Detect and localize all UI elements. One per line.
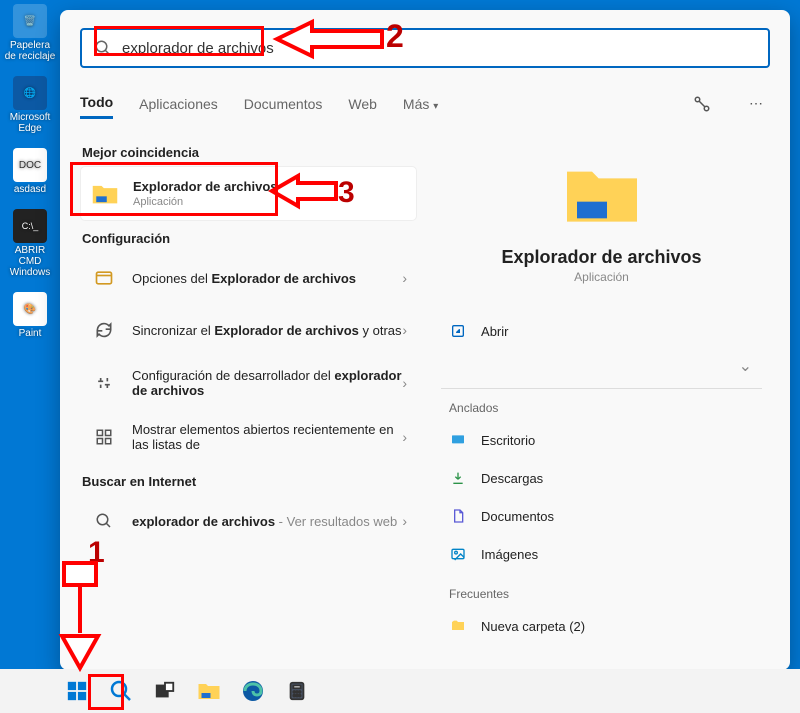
- grid-icon: [90, 423, 118, 451]
- desktop-icons-column: 🗑️ Papelera de reciclaje 🌐 Microsoft Edg…: [0, 0, 60, 357]
- paint-icon: 🎨: [13, 292, 47, 326]
- pinned-label: Escritorio: [481, 433, 535, 448]
- desktop-folder-icon: [449, 431, 467, 449]
- more-options-button[interactable]: ⋯: [742, 90, 770, 118]
- chevron-right-icon: ›: [402, 375, 407, 391]
- pinned-label: Documentos: [481, 509, 554, 524]
- options-icon: [90, 264, 118, 292]
- start-search-panel: Todo Aplicaciones Documentos Web Más ▾ ⋯…: [60, 10, 790, 670]
- expand-toggle[interactable]: ⌄: [441, 350, 762, 382]
- web-search-item[interactable]: explorador de archivos - Ver resultados …: [80, 495, 417, 547]
- chevron-right-icon: ›: [402, 513, 407, 529]
- search-icon: [94, 39, 112, 57]
- pinned-item-documents[interactable]: Documentos: [441, 497, 762, 535]
- sync-icon: [90, 316, 118, 344]
- folder-icon: [449, 617, 467, 635]
- search-bar[interactable]: [80, 28, 770, 68]
- config-item-dev[interactable]: Configuración de desarrollador del explo…: [80, 356, 417, 410]
- web-search-text: explorador de archivos - Ver resultados …: [132, 514, 402, 529]
- results-column: Mejor coincidencia Explorador de archivo…: [80, 135, 417, 652]
- pinned-label: Descargas: [481, 471, 543, 486]
- config-item-text: Sincronizar el Explorador de archivos y …: [132, 323, 402, 338]
- pinned-label: Imágenes: [481, 547, 538, 562]
- pinned-item-desktop[interactable]: Escritorio: [441, 421, 762, 459]
- calculator-icon: [286, 680, 308, 702]
- config-item-sync[interactable]: Sincronizar el Explorador de archivos y …: [80, 304, 417, 356]
- downloads-icon: [449, 469, 467, 487]
- ellipsis-icon: ⋯: [749, 95, 763, 112]
- chevron-down-icon: ▾: [433, 101, 438, 112]
- task-view-icon: [154, 680, 176, 702]
- document-icon: DOC: [13, 148, 47, 182]
- search-taskbar-button[interactable]: [104, 674, 138, 708]
- chevron-right-icon: ›: [402, 270, 407, 286]
- open-action[interactable]: Abrir: [441, 312, 762, 350]
- open-icon: [449, 322, 467, 340]
- edge-icon: 🌐: [13, 76, 47, 110]
- chevron-down-icon: ⌄: [739, 356, 752, 376]
- tab-documents[interactable]: Documentos: [244, 90, 323, 118]
- search-input[interactable]: [122, 40, 756, 57]
- edge-icon: [241, 679, 265, 703]
- desktop-label: Microsoft Edge: [4, 112, 56, 134]
- file-explorer-icon-large: [562, 155, 642, 235]
- best-match-title: Explorador de archivos: [133, 179, 406, 194]
- pinned-heading: Anclados: [449, 401, 762, 415]
- web-search-heading: Buscar en Internet: [82, 474, 417, 489]
- best-match-item[interactable]: Explorador de archivos Aplicación: [80, 166, 417, 221]
- detail-subtitle: Aplicación: [441, 270, 762, 284]
- file-explorer-taskbar-button[interactable]: [192, 674, 226, 708]
- chevron-right-icon: ›: [402, 322, 407, 338]
- taskbar: [0, 669, 800, 713]
- desktop-label: Paint: [19, 328, 42, 339]
- best-match-heading: Mejor coincidencia: [82, 145, 417, 160]
- detail-pane: Explorador de archivos Aplicación Abrir …: [429, 135, 770, 652]
- frequent-item[interactable]: Nueva carpeta (2): [441, 607, 762, 645]
- documents-icon: [449, 507, 467, 525]
- search-icon: [109, 679, 133, 703]
- open-label: Abrir: [481, 324, 508, 339]
- desktop-icon-paint[interactable]: 🎨 Paint: [4, 292, 56, 339]
- connector-icon: [693, 95, 711, 113]
- config-item-text: Mostrar elementos abiertos recientemente…: [132, 422, 402, 452]
- developer-icon: [90, 369, 118, 397]
- tab-web[interactable]: Web: [348, 90, 377, 118]
- pictures-icon: [449, 545, 467, 563]
- file-explorer-icon: [197, 679, 221, 703]
- desktop-label: asdasd: [14, 184, 46, 195]
- tab-apps[interactable]: Aplicaciones: [139, 90, 218, 118]
- chevron-right-icon: ›: [402, 429, 407, 445]
- desktop-label: ABRIR CMD Windows: [4, 245, 56, 278]
- config-item-text: Opciones del Explorador de archivos: [132, 271, 402, 286]
- config-item-options[interactable]: Opciones del Explorador de archivos ›: [80, 252, 417, 304]
- cmd-icon: C:\_: [13, 209, 47, 243]
- task-view-button[interactable]: [148, 674, 182, 708]
- config-item-recent[interactable]: Mostrar elementos abiertos recientemente…: [80, 410, 417, 464]
- desktop-label: Papelera de reciclaje: [4, 40, 56, 62]
- tab-more[interactable]: Más ▾: [403, 90, 438, 118]
- pinned-item-pictures[interactable]: Imágenes: [441, 535, 762, 573]
- detail-title: Explorador de archivos: [441, 247, 762, 268]
- calculator-taskbar-button[interactable]: [280, 674, 314, 708]
- start-button[interactable]: [60, 674, 94, 708]
- desktop-icon-edge[interactable]: 🌐 Microsoft Edge: [4, 76, 56, 134]
- configuration-heading: Configuración: [82, 231, 417, 246]
- windows-icon: [66, 680, 88, 702]
- tab-all[interactable]: Todo: [80, 88, 113, 119]
- config-item-text: Configuración de desarrollador del explo…: [132, 368, 402, 398]
- search-icon: [90, 507, 118, 535]
- best-match-subtitle: Aplicación: [133, 196, 406, 208]
- desktop-icon-recycle-bin[interactable]: 🗑️ Papelera de reciclaje: [4, 4, 56, 62]
- filter-tabs: Todo Aplicaciones Documentos Web Más ▾ ⋯: [80, 88, 770, 119]
- edge-taskbar-button[interactable]: [236, 674, 270, 708]
- connectors-button[interactable]: [688, 90, 716, 118]
- frequent-heading: Frecuentes: [449, 587, 762, 601]
- file-explorer-icon: [91, 180, 119, 208]
- frequent-label: Nueva carpeta (2): [481, 619, 585, 634]
- pinned-item-downloads[interactable]: Descargas: [441, 459, 762, 497]
- desktop-icon-cmd[interactable]: C:\_ ABRIR CMD Windows: [4, 209, 56, 278]
- recycle-bin-icon: 🗑️: [13, 4, 47, 38]
- desktop-icon-doc[interactable]: DOC asdasd: [4, 148, 56, 195]
